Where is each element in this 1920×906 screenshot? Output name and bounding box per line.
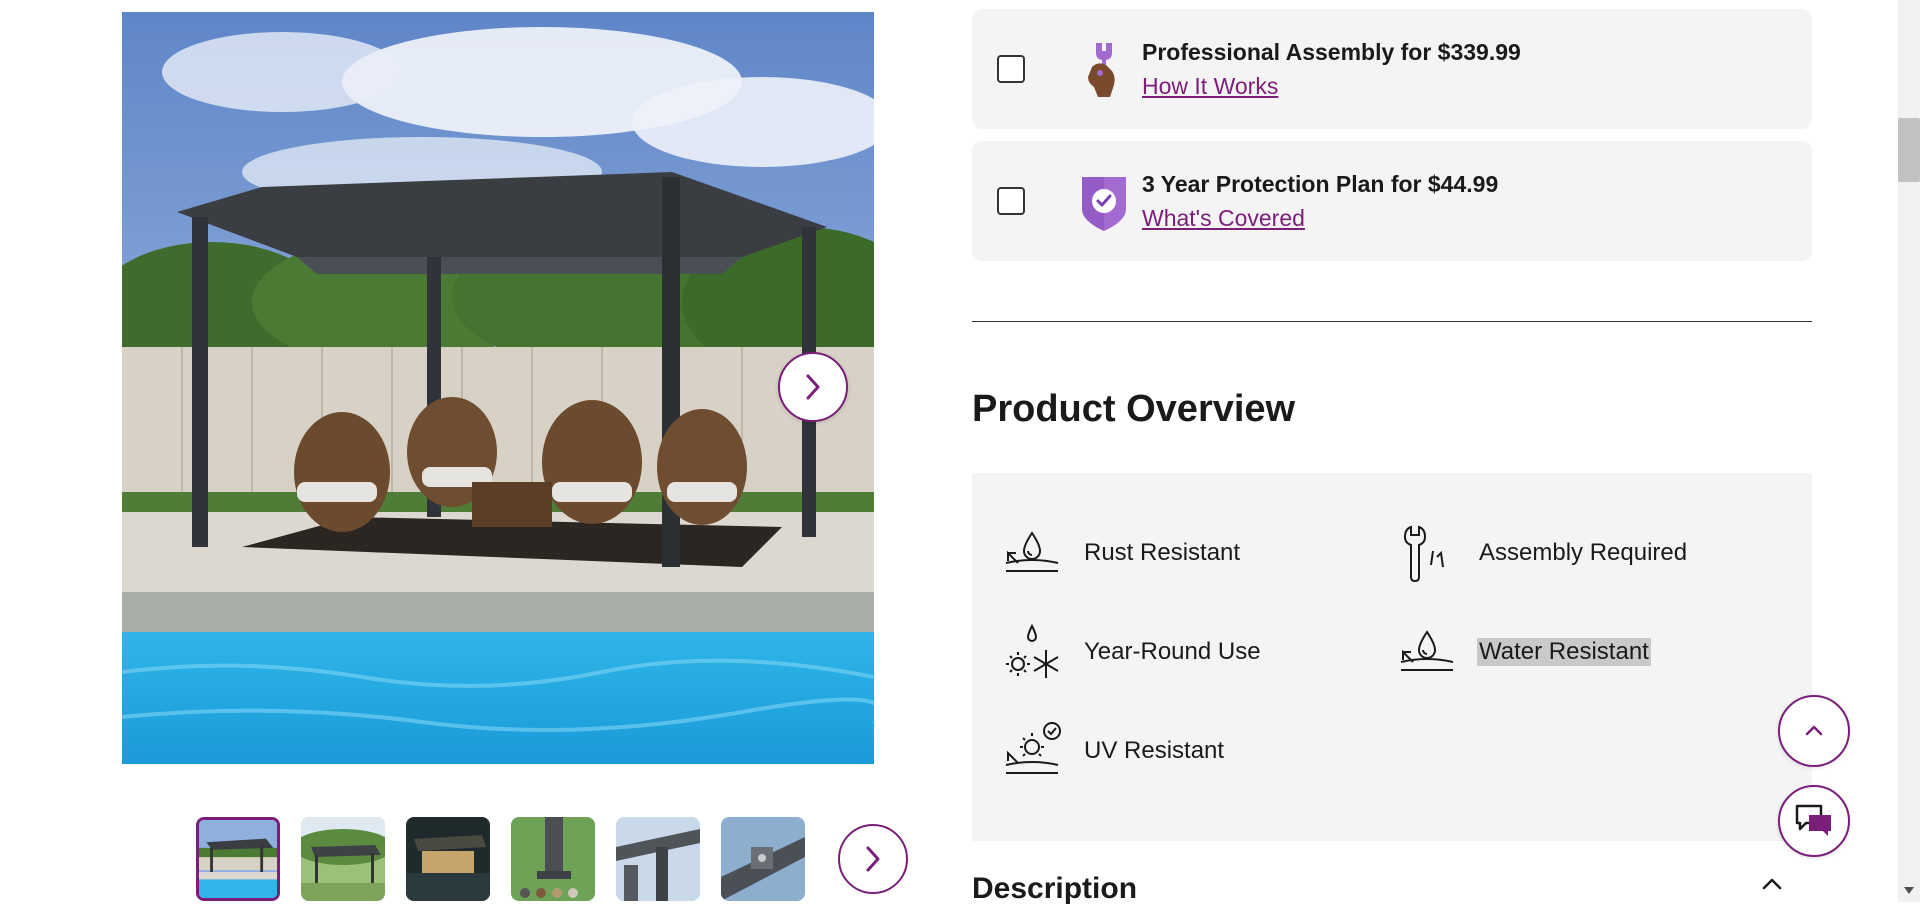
feature-label: Year-Round Use (1084, 638, 1261, 665)
main-product-image[interactable] (122, 12, 874, 764)
thumbnail-post-base (511, 817, 595, 901)
rust-resistant-icon (1005, 531, 1059, 572)
page-scrollbar-thumb[interactable] (1898, 118, 1920, 182)
water-resistant-icon (1400, 630, 1454, 671)
feature-label: Water Resistant (1477, 638, 1651, 666)
uv-resistant-icon (1005, 722, 1061, 774)
scroll-to-top-button[interactable] (1778, 695, 1850, 767)
feature-label: UV Resistant (1084, 737, 1225, 764)
chevron-up-icon (1805, 725, 1823, 736)
protection-shield-icon (1082, 177, 1126, 231)
thumbnail-4[interactable] (511, 817, 595, 901)
feature-label: Rust Resistant (1084, 539, 1241, 566)
thumbnail-2[interactable] (301, 817, 385, 901)
scroll-down-icon (1904, 887, 1914, 894)
professional-assembly-option: Professional Assembly for $339.99 How It… (972, 9, 1812, 129)
chevron-right-icon (866, 846, 880, 872)
thumbnail-pergola-night (406, 817, 490, 901)
professional-assembly-title: Professional Assembly for $339.99 (1142, 39, 1521, 65)
chevron-right-icon (806, 374, 820, 400)
thumbnail-corner-detail (616, 817, 700, 901)
description-accordion[interactable]: Description (972, 866, 1812, 906)
product-overview-heading: Product Overview (972, 388, 1296, 430)
year-round-use-icon (1006, 623, 1059, 678)
next-image-button[interactable] (778, 352, 848, 422)
product-features-panel: Rust Resistant Assembly Required Year-Ro… (972, 473, 1812, 841)
how-it-works-link[interactable]: How It Works (1142, 73, 1278, 100)
thumbnail-pergola-garden (301, 817, 385, 901)
thumbnail-5[interactable] (616, 817, 700, 901)
protection-plan-checkbox[interactable] (997, 187, 1025, 215)
next-thumbnails-button[interactable] (838, 824, 908, 894)
protection-plan-title: 3 Year Protection Plan for $44.99 (1142, 171, 1499, 197)
pergola-pool-scene (122, 12, 874, 764)
thumbnail-pergola-pool (199, 820, 277, 898)
thumbnail-1[interactable] (196, 817, 280, 901)
chat-bubbles-icon (1795, 804, 1831, 836)
chevron-up-icon[interactable] (1760, 872, 1784, 896)
thumbnail-bracket-detail (721, 817, 805, 901)
feature-label: Assembly Required (1479, 539, 1688, 566)
thumbnail-3[interactable] (406, 817, 490, 901)
assembly-required-icon (1403, 525, 1444, 583)
whats-covered-link[interactable]: What's Covered (1142, 205, 1305, 232)
scroll-down-arrow[interactable] (1898, 880, 1920, 902)
assembly-hand-wrench-icon (1088, 43, 1115, 97)
protection-plan-option: 3 Year Protection Plan for $44.99 What's… (972, 141, 1812, 261)
thumbnail-6[interactable] (721, 817, 805, 901)
professional-assembly-checkbox[interactable] (997, 55, 1025, 83)
description-heading: Description (972, 872, 1138, 905)
chat-button[interactable] (1778, 785, 1850, 857)
section-divider (972, 321, 1812, 322)
